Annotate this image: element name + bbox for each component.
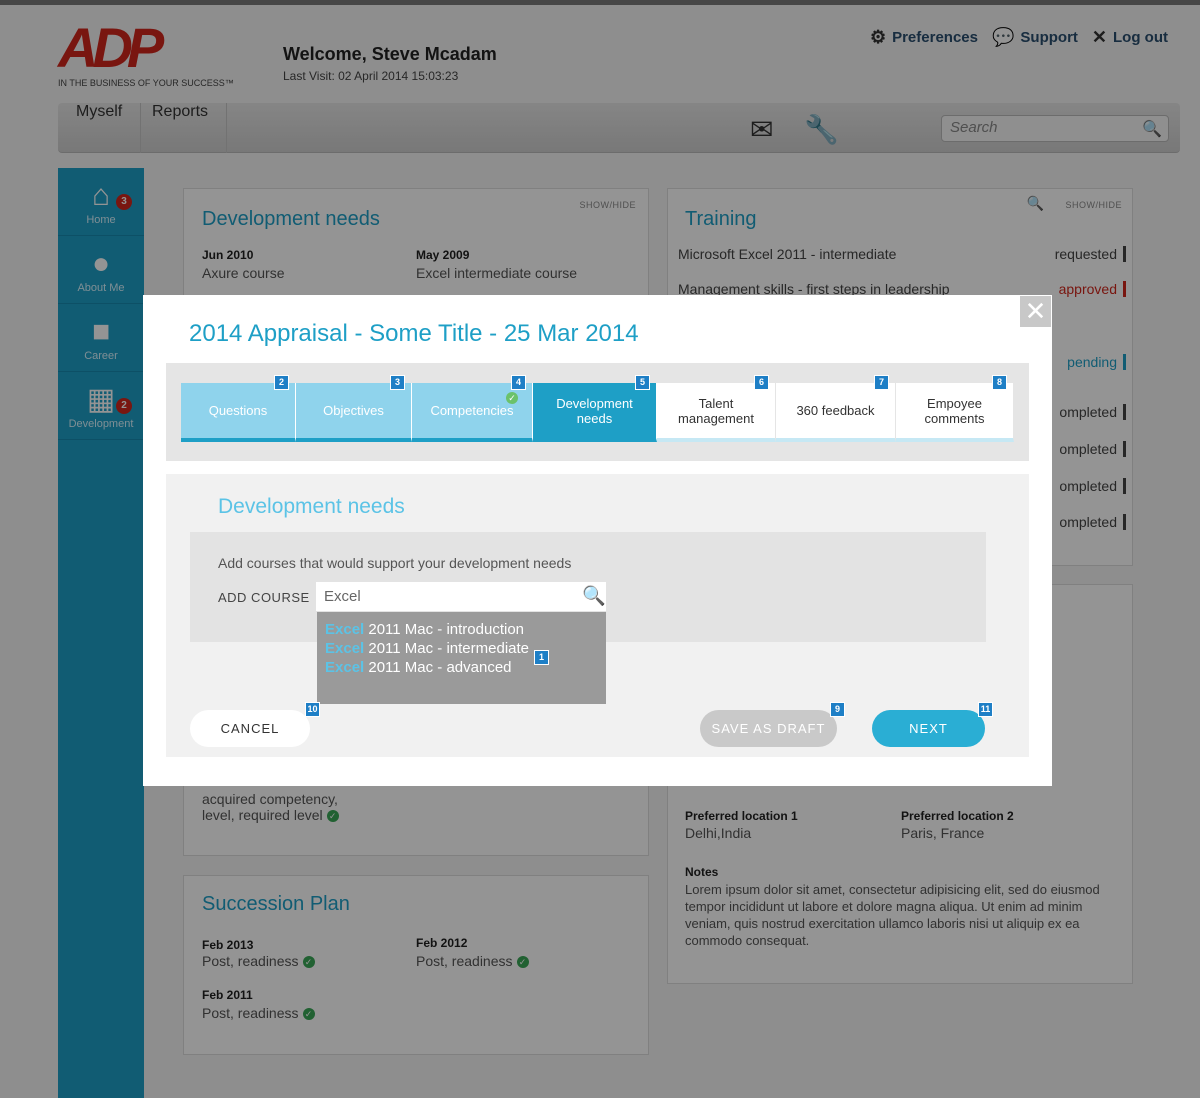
close-button[interactable]: ✕	[1020, 296, 1051, 327]
step-number: 6	[754, 375, 769, 390]
section-title: Development needs	[218, 495, 405, 518]
step-number: 8	[992, 375, 1007, 390]
step-label: Objectives	[323, 403, 384, 418]
step-label: Development needs	[556, 395, 633, 426]
annotation-number: 1	[534, 650, 549, 665]
annotation-number: 9	[830, 702, 845, 717]
suggestion-match: Excel	[325, 659, 365, 676]
suggestion-rest: 2011 Mac - intermediate	[364, 640, 530, 657]
cancel-button[interactable]: CANCEL 10	[190, 702, 320, 747]
suggestion-rest: 2011 Mac - introduction	[364, 621, 525, 638]
next-label: NEXT	[909, 721, 948, 736]
modal-title: 2014 Appraisal - Some Title - 25 Mar 201…	[189, 320, 639, 347]
search-icon[interactable]: 🔍	[582, 584, 606, 608]
step-label: Empoyee comments	[924, 395, 985, 426]
save-draft-button[interactable]: SAVE AS DRAFT 9	[700, 702, 845, 747]
steps-bar: Questions 2 Objectives 3 Competencies ✓ …	[166, 363, 1029, 461]
step-development-needs[interactable]: Development needs 5	[533, 375, 657, 442]
course-suggestions: Excel 2011 Mac - introduction Excel 2011…	[317, 612, 606, 704]
suggestion-item[interactable]: Excel 2011 Mac - introduction	[325, 620, 598, 639]
suggestion-match: Excel	[325, 640, 365, 657]
save-draft-label: SAVE AS DRAFT	[711, 721, 826, 736]
suggestion-rest: 2011 Mac - advanced	[364, 659, 512, 676]
step-number: 4	[511, 375, 526, 390]
step-number: 2	[274, 375, 289, 390]
annotation-number: 10	[305, 702, 320, 717]
step-label: Talent management	[678, 395, 754, 426]
next-button[interactable]: NEXT 11	[872, 702, 993, 747]
suggestion-item[interactable]: Excel 2011 Mac - advanced	[325, 658, 598, 677]
step-talent-management[interactable]: Talent management 6	[657, 375, 776, 442]
step-content: Development needs Add courses that would…	[166, 474, 1029, 757]
step-number: 3	[390, 375, 405, 390]
wizard-steps: Questions 2 Objectives 3 Competencies ✓ …	[181, 375, 1014, 442]
step-employee-comments[interactable]: Empoyee comments 8	[896, 375, 1014, 442]
appraisal-modal: ✕ 2014 Appraisal - Some Title - 25 Mar 2…	[143, 295, 1052, 786]
check-icon: ✓	[506, 392, 518, 404]
cancel-label: CANCEL	[220, 721, 280, 736]
step-questions[interactable]: Questions 2	[181, 375, 296, 442]
course-search-input[interactable]	[316, 582, 606, 611]
step-label: Questions	[208, 403, 268, 418]
step-label: Competencies	[430, 403, 514, 418]
suggestion-item[interactable]: Excel 2011 Mac - intermediate	[325, 639, 598, 658]
step-number: 5	[635, 375, 650, 390]
panel-description: Add courses that would support your deve…	[218, 555, 572, 571]
step-label: 360 feedback	[796, 403, 875, 418]
suggestion-match: Excel	[325, 621, 365, 638]
annotation-number: 11	[978, 702, 993, 717]
step-objectives[interactable]: Objectives 3	[296, 375, 412, 442]
add-course-label: ADD COURSE	[218, 590, 310, 605]
step-competencies[interactable]: Competencies ✓ 4	[412, 375, 533, 442]
step-number: 7	[874, 375, 889, 390]
step-360-feedback[interactable]: 360 feedback 7	[776, 375, 896, 442]
